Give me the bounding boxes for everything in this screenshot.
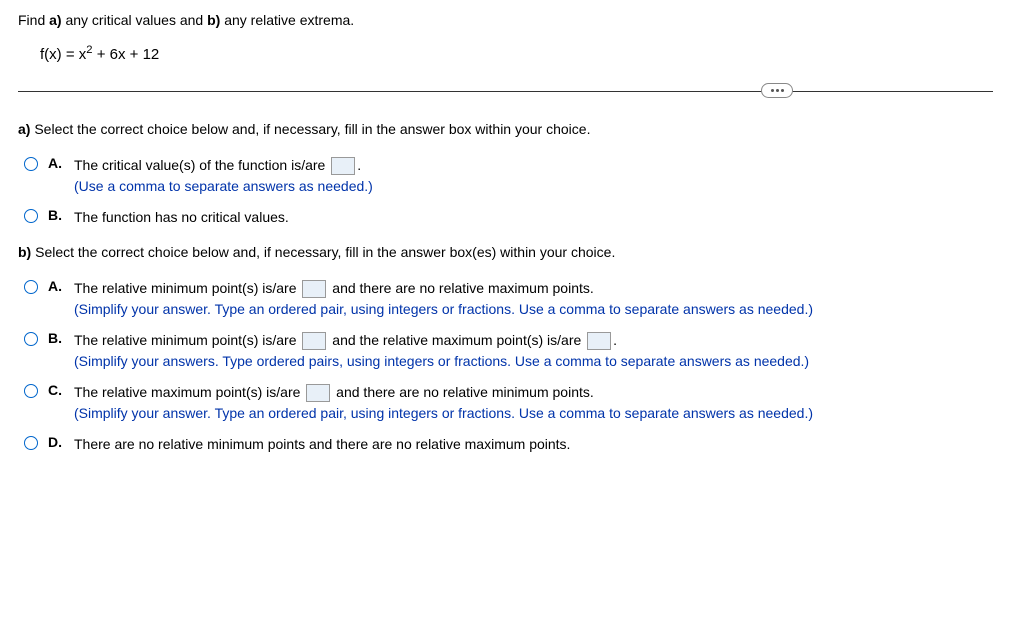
choice-letter: A. <box>48 155 64 171</box>
choice-letter: C. <box>48 382 64 398</box>
divider-row <box>18 81 993 101</box>
part-a-bold: a) <box>18 121 30 137</box>
choice-letter: A. <box>48 278 64 294</box>
answer-input[interactable] <box>302 332 326 350</box>
choice-hint: (Simplify your answer. Type an ordered p… <box>74 405 813 421</box>
choice-body: The relative minimum point(s) is/are and… <box>74 278 993 320</box>
formula: f(x) = x2 + 6x + 12 <box>40 44 993 63</box>
choice-text: There are no relative minimum points and… <box>74 436 570 452</box>
intro-b-text: any relative extrema. <box>220 12 354 28</box>
formula-lhs: f(x) = x <box>40 46 86 63</box>
choice-a-A: A. The critical value(s) of the function… <box>24 155 993 197</box>
radio-b-C[interactable] <box>24 384 38 398</box>
choice-text: and there are no relative maximum points… <box>328 280 593 296</box>
choice-body: There are no relative minimum points and… <box>74 434 993 455</box>
radio-a-B[interactable] <box>24 209 38 223</box>
choice-hint: (Use a comma to separate answers as need… <box>74 178 373 194</box>
formula-rest: + 6x + 12 <box>93 46 160 63</box>
part-b-prompt: b) Select the correct choice below and, … <box>18 244 993 260</box>
choice-b-B: B. The relative minimum point(s) is/are … <box>24 330 993 372</box>
part-b-rest: Select the correct choice below and, if … <box>31 244 615 260</box>
choice-text: . <box>613 332 617 348</box>
intro-b-label: b) <box>207 12 220 28</box>
dot-icon <box>781 89 784 92</box>
radio-b-B[interactable] <box>24 332 38 346</box>
intro-a-label: a) <box>49 12 61 28</box>
choice-letter: B. <box>48 207 64 223</box>
dot-icon <box>771 89 774 92</box>
choice-text: The relative maximum point(s) is/are <box>74 384 304 400</box>
intro-prefix: Find <box>18 12 49 28</box>
divider-line <box>18 91 993 92</box>
choice-text: The critical value(s) of the function is… <box>74 157 329 173</box>
choice-text: The function has no critical values. <box>74 209 289 225</box>
intro-a-text: any critical values and <box>62 12 208 28</box>
answer-input[interactable] <box>306 384 330 402</box>
choice-b-A: A. The relative minimum point(s) is/are … <box>24 278 993 320</box>
dot-icon <box>776 89 779 92</box>
choice-a-B: B. The function has no critical values. <box>24 207 993 228</box>
choice-text: and the relative maximum point(s) is/are <box>328 332 585 348</box>
radio-b-A[interactable] <box>24 280 38 294</box>
choice-body: The relative minimum point(s) is/are and… <box>74 330 993 372</box>
choice-hint: (Simplify your answers. Type ordered pai… <box>74 353 809 369</box>
part-a-rest: Select the correct choice below and, if … <box>30 121 590 137</box>
choice-body: The function has no critical values. <box>74 207 993 228</box>
question-intro: Find a) any critical values and b) any r… <box>18 12 993 28</box>
choice-b-D: D. There are no relative minimum points … <box>24 434 993 455</box>
choice-text: . <box>357 157 361 173</box>
choice-body: The critical value(s) of the function is… <box>74 155 993 197</box>
radio-b-D[interactable] <box>24 436 38 450</box>
answer-input[interactable] <box>587 332 611 350</box>
choice-text: and there are no relative minimum points… <box>332 384 593 400</box>
part-b-bold: b) <box>18 244 31 260</box>
choice-letter: D. <box>48 434 64 450</box>
choice-text: The relative minimum point(s) is/are <box>74 332 300 348</box>
answer-input[interactable] <box>331 157 355 175</box>
part-a-prompt: a) Select the correct choice below and, … <box>18 121 993 137</box>
choice-b-C: C. The relative maximum point(s) is/are … <box>24 382 993 424</box>
choice-text: The relative minimum point(s) is/are <box>74 280 300 296</box>
more-options-button[interactable] <box>761 83 793 98</box>
answer-input[interactable] <box>302 280 326 298</box>
choice-body: The relative maximum point(s) is/are and… <box>74 382 993 424</box>
choice-letter: B. <box>48 330 64 346</box>
choice-hint: (Simplify your answer. Type an ordered p… <box>74 301 813 317</box>
radio-a-A[interactable] <box>24 157 38 171</box>
